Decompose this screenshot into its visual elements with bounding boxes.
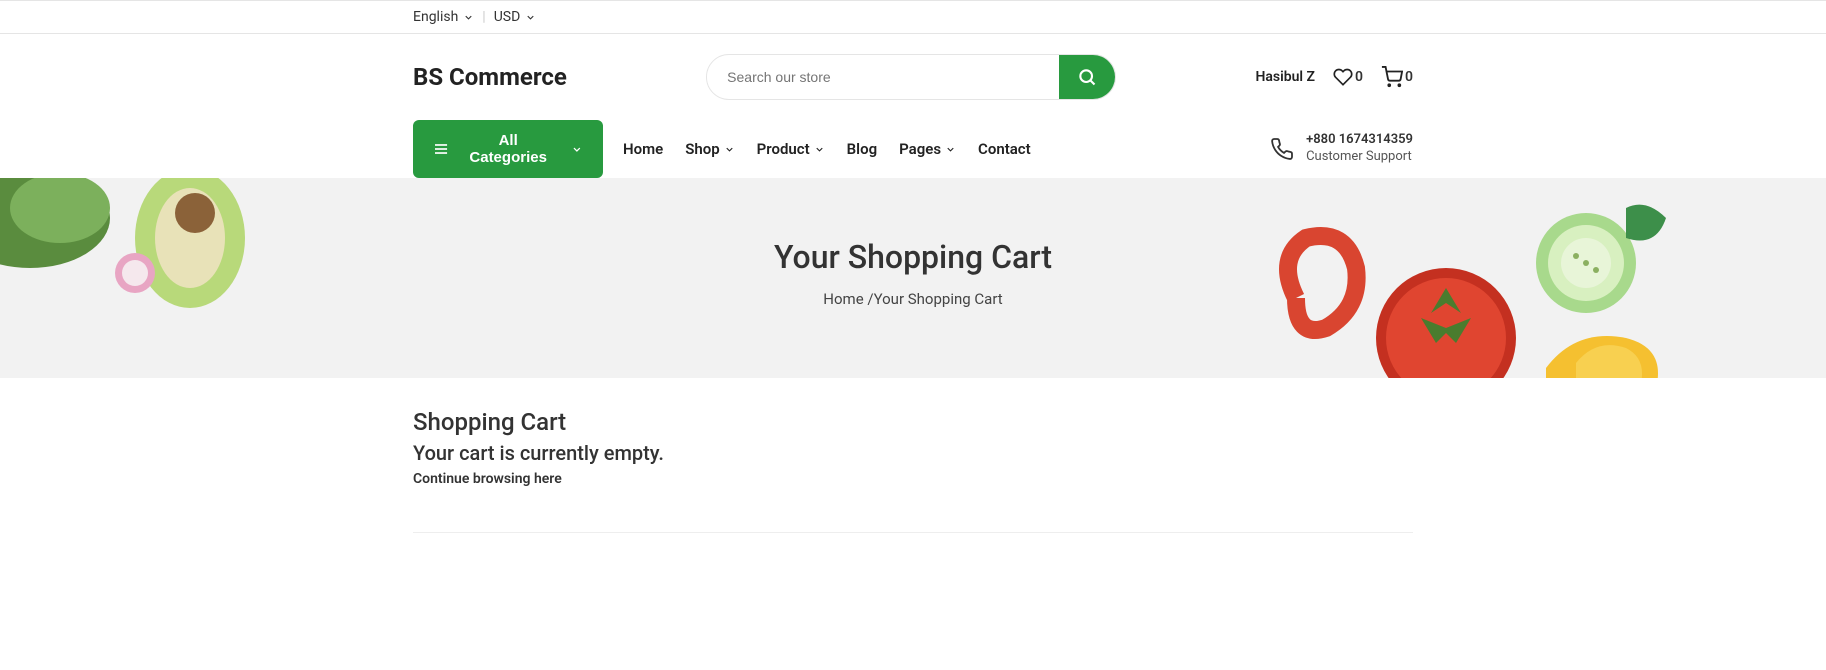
- chevron-down-icon: [525, 12, 536, 23]
- nav-link-pages[interactable]: Pages: [899, 140, 956, 158]
- language-selector[interactable]: English: [413, 9, 474, 25]
- continue-browsing-link[interactable]: Continue browsing here: [413, 471, 1413, 487]
- nav-links: Home Shop Product Blog Pages Contact: [623, 140, 1031, 158]
- wishlist-button[interactable]: 0: [1333, 67, 1363, 87]
- all-categories-label: All Categories: [463, 132, 553, 166]
- menu-icon: [433, 140, 449, 158]
- nav-bar: All Categories Home Shop Product Blog Pa…: [413, 120, 1413, 178]
- all-categories-button[interactable]: All Categories: [413, 120, 603, 178]
- cart-section: Shopping Cart Your cart is currently emp…: [413, 378, 1413, 563]
- top-bar: English | USD: [0, 0, 1826, 34]
- support-section: +880 1674314359 Customer Support: [1270, 132, 1413, 166]
- breadcrumb-home[interactable]: Home: [823, 290, 863, 308]
- page-banner: Your Shopping Cart Home /Your Shopping C…: [0, 178, 1826, 378]
- nav-link-contact[interactable]: Contact: [978, 140, 1031, 158]
- top-bar-divider: |: [482, 9, 485, 25]
- support-phone: +880 1674314359: [1306, 132, 1413, 149]
- banner-decoration-left: [0, 178, 270, 358]
- nav-link-product[interactable]: Product: [757, 140, 825, 158]
- wishlist-count: 0: [1355, 69, 1363, 85]
- nav-link-blog[interactable]: Blog: [847, 140, 877, 158]
- breadcrumb-separator: /: [864, 290, 874, 308]
- cart-title: Shopping Cart: [413, 408, 1413, 436]
- phone-icon: [1270, 137, 1294, 161]
- language-label: English: [413, 9, 458, 25]
- nav-link-home[interactable]: Home: [623, 140, 663, 158]
- search-button[interactable]: [1059, 55, 1115, 99]
- currency-label: USD: [494, 9, 521, 25]
- search-input[interactable]: [707, 57, 1059, 97]
- divider: [413, 532, 1413, 533]
- chevron-down-icon: [814, 144, 825, 155]
- cart-count: 0: [1405, 69, 1413, 85]
- banner-decoration-right: [1266, 198, 1826, 378]
- search-wrapper: [706, 54, 1116, 100]
- currency-selector[interactable]: USD: [494, 9, 537, 25]
- chevron-down-icon: [945, 144, 956, 155]
- cart-empty-message: Your cart is currently empty.: [413, 441, 1413, 465]
- cart-icon: [1381, 66, 1403, 88]
- breadcrumb-current: Your Shopping Cart: [874, 290, 1003, 308]
- chevron-down-icon: [571, 143, 583, 156]
- user-name[interactable]: Hasibul Z: [1255, 69, 1315, 85]
- chevron-down-icon: [463, 12, 474, 23]
- logo[interactable]: BS Commerce: [413, 63, 567, 91]
- support-label: Customer Support: [1306, 149, 1413, 166]
- heart-icon: [1333, 67, 1353, 87]
- chevron-down-icon: [724, 144, 735, 155]
- search-icon: [1077, 67, 1097, 87]
- nav-link-shop[interactable]: Shop: [685, 140, 734, 158]
- header: BS Commerce Hasibul Z 0 0: [0, 34, 1826, 120]
- cart-button[interactable]: 0: [1381, 66, 1413, 88]
